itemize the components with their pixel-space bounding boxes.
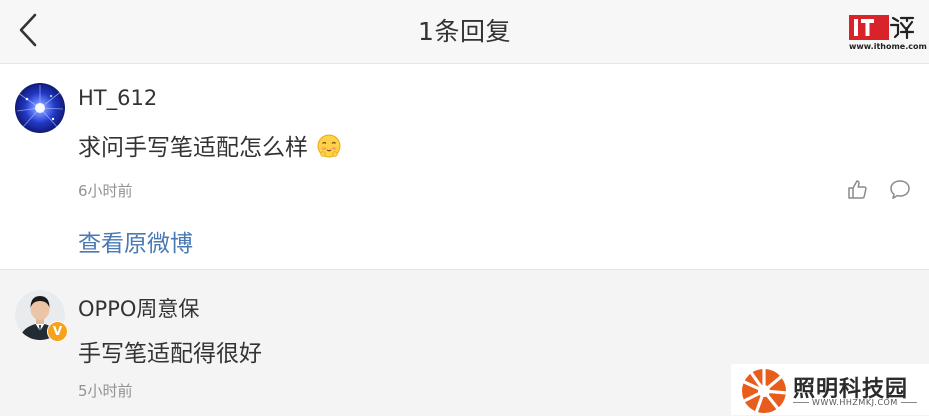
comment-bubble-icon [890,180,910,199]
comment-text: 求问手写笔适配怎么样 [78,128,342,162]
page-title: 1条回复 [418,17,511,46]
comment-text-body: 求问手写笔适配怎么样 [78,135,308,161]
brand-url: WWW.HHZMKJ.COM [793,398,917,407]
commenter-name[interactable]: HT_612 [78,86,157,110]
reply-text: 手写笔适配得很好 [78,341,262,367]
view-original-link[interactable]: 查看原微博 [78,224,193,258]
divider [793,402,809,403]
divider [900,402,917,403]
top-bar: 1条回复 www.ithome.com [0,0,929,64]
avatar[interactable] [15,83,65,133]
shy-face-emoji [317,134,341,158]
sunburst-logo [741,368,788,414]
verified-badge: V [47,321,68,342]
reply-timestamp: 5小时前 [78,382,133,400]
like-button[interactable] [846,178,870,202]
reply-author-name[interactable]: OPPO周意保 [78,293,199,323]
thumbs-up-icon [848,180,867,199]
reply-button[interactable] [888,178,912,202]
brand-watermark: 照明科技园 WWW.HHZMKJ.COM [731,364,929,415]
avatar-image [15,83,65,133]
comment-timestamp: 6小时前 [78,182,133,200]
ithome-url: www.ithome.com [849,42,927,51]
verified-badge-letter: V [52,324,63,338]
brand-url-text: WWW.HHZMKJ.COM [812,398,898,407]
